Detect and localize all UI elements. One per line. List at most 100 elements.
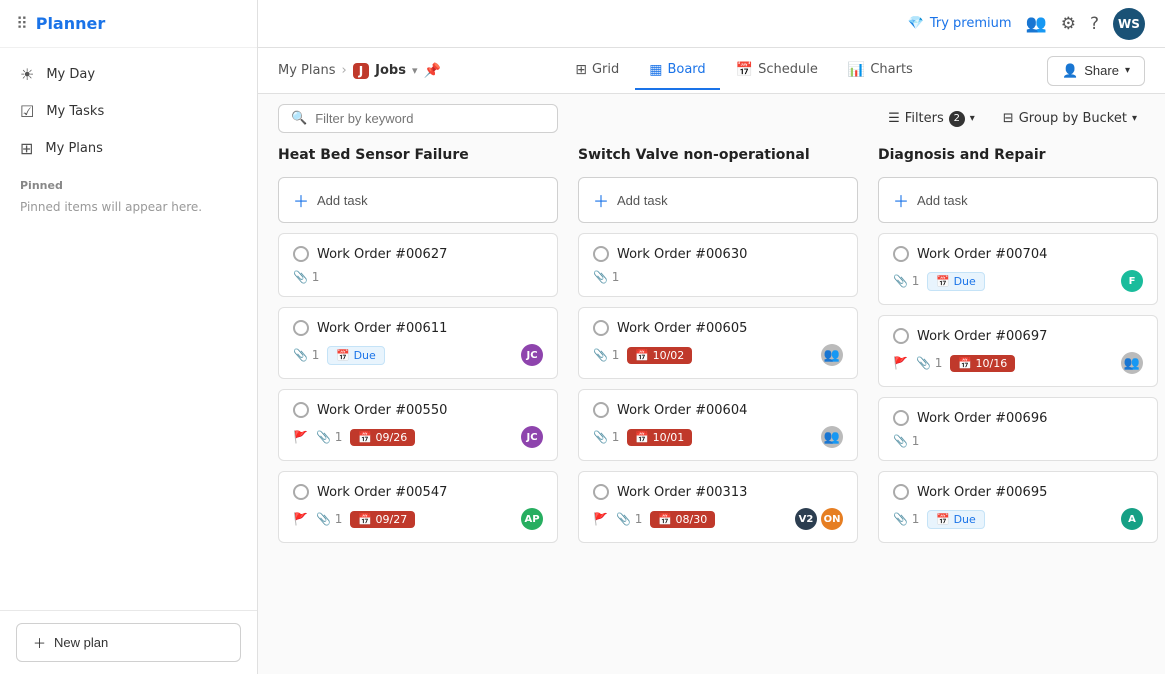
share-people-icon[interactable]: 👥 xyxy=(1026,14,1047,34)
due-date-badge: 📅 08/30 xyxy=(650,511,715,528)
filters-count-badge: 2 xyxy=(949,111,965,127)
task-card[interactable]: Work Order #00630📎 1 xyxy=(578,233,858,297)
task-complete-circle[interactable] xyxy=(893,410,909,426)
task-card[interactable]: Work Order #00550🚩📎 1📅 09/26JC xyxy=(278,389,558,461)
task-complete-circle[interactable] xyxy=(593,484,609,500)
share-label: Share xyxy=(1084,63,1119,78)
grid-icon: ⊞ xyxy=(20,139,33,158)
chevron-down-icon[interactable]: ▾ xyxy=(412,64,418,77)
task-title: Work Order #00630 xyxy=(617,247,747,262)
share-chevron-icon: ▾ xyxy=(1125,65,1130,76)
task-user-avatar: JC xyxy=(521,426,543,448)
due-date-badge: 📅 10/01 xyxy=(627,429,692,446)
breadcrumb-current: J Jobs ▾ 📌 xyxy=(353,63,441,79)
attachment-count: 📎 1 xyxy=(293,270,319,284)
tab-charts[interactable]: 📊 Charts xyxy=(834,52,927,90)
breadcrumb-current-label[interactable]: Jobs xyxy=(375,63,406,78)
help-icon[interactable]: ? xyxy=(1090,14,1099,34)
filters-button[interactable]: ☰ Filters 2 ▾ xyxy=(880,107,983,131)
attachment-count: 📎 1 xyxy=(293,348,319,362)
task-card[interactable]: Work Order #00704📎 1📅 DueF xyxy=(878,233,1158,305)
task-card[interactable]: Work Order #00313🚩📎 1📅 08/30V2ON xyxy=(578,471,858,543)
dots-grid-icon[interactable]: ⠿ xyxy=(16,14,28,33)
new-plan-button[interactable]: ＋ New plan xyxy=(16,623,241,662)
task-user-avatar: F xyxy=(1121,270,1143,292)
filter-search[interactable]: 🔍 xyxy=(278,104,558,133)
attachment-count: 📎 1 xyxy=(316,512,342,526)
tab-charts-label: Charts xyxy=(870,62,913,77)
task-complete-circle[interactable] xyxy=(293,402,309,418)
tab-board[interactable]: ▦ Board xyxy=(635,52,719,90)
task-card[interactable]: Work Order #00547🚩📎 1📅 09/27AP xyxy=(278,471,558,543)
filter-right: ☰ Filters 2 ▾ ⊟ Group by Bucket ▾ xyxy=(880,107,1145,131)
tab-grid[interactable]: ⊞ Grid xyxy=(561,52,633,90)
task-card[interactable]: Work Order #00611📎 1📅 DueJC xyxy=(278,307,558,379)
task-title: Work Order #00704 xyxy=(917,247,1047,262)
task-title: Work Order #00627 xyxy=(317,247,447,262)
due-date-badge: 📅 Due xyxy=(327,346,384,365)
tab-schedule[interactable]: 📅 Schedule xyxy=(722,52,832,90)
try-premium-button[interactable]: 💎 Try premium xyxy=(908,16,1012,31)
task-complete-circle[interactable] xyxy=(593,402,609,418)
breadcrumb-my-plans[interactable]: My Plans xyxy=(278,63,335,78)
task-card[interactable]: Work Order #00696📎 1 xyxy=(878,397,1158,461)
task-card[interactable]: Work Order #00605📎 1📅 10/02👥 xyxy=(578,307,858,379)
task-complete-circle[interactable] xyxy=(293,484,309,500)
flag-icon: 🚩 xyxy=(593,512,608,526)
add-task-button[interactable]: ＋ Add task xyxy=(878,177,1158,223)
task-user-avatar: 👥 xyxy=(821,426,843,448)
share-button[interactable]: 👤 Share ▾ xyxy=(1047,56,1145,86)
task-card[interactable]: Work Order #00604📎 1📅 10/01👥 xyxy=(578,389,858,461)
task-card[interactable]: Work Order #00627 📎 1 xyxy=(278,233,558,297)
sidebar-item-myplans-label: My Plans xyxy=(45,141,102,156)
due-date-badge: 📅 Due xyxy=(927,510,984,529)
checkbox-icon: ☑ xyxy=(20,102,34,121)
task-complete-circle[interactable] xyxy=(293,320,309,336)
task-complete-circle[interactable] xyxy=(593,320,609,336)
task-user-avatar: A xyxy=(1121,508,1143,530)
group-by-chevron-icon: ▾ xyxy=(1132,113,1137,124)
add-task-button[interactable]: ＋ Add task xyxy=(278,177,558,223)
task-user-avatar: 👥 xyxy=(1121,352,1143,374)
task-user-avatar: V2 xyxy=(795,508,817,530)
task-card[interactable]: Work Order #00697🚩📎 1📅 10/16👥 xyxy=(878,315,1158,387)
due-date-badge: 📅 09/26 xyxy=(350,429,415,446)
task-title: Work Order #00605 xyxy=(617,321,747,336)
topbar: 💎 Try premium 👥 ⚙ ? WS xyxy=(258,0,1165,48)
filter-icon: ☰ xyxy=(888,111,900,126)
main-content: 💎 Try premium 👥 ⚙ ? WS My Plans › J Jobs… xyxy=(258,0,1165,674)
tabs: ⊞ Grid ▦ Board 📅 Schedule 📊 Charts xyxy=(561,52,927,90)
plus-icon: ＋ xyxy=(593,188,609,212)
bucket-title: Diagnosis and Repair xyxy=(878,143,1158,167)
filter-keyword-input[interactable] xyxy=(315,111,545,126)
sidebar-item-mytasks[interactable]: ☑ My Tasks xyxy=(0,93,257,130)
task-card[interactable]: Work Order #00695📎 1📅 DueA xyxy=(878,471,1158,543)
settings-icon[interactable]: ⚙ xyxy=(1061,14,1076,34)
plus-icon: ＋ xyxy=(293,188,309,212)
task-title: Work Order #00695 xyxy=(917,485,1047,500)
group-by-button[interactable]: ⊟ Group by Bucket ▾ xyxy=(995,107,1145,130)
sidebar-item-myplans[interactable]: ⊞ My Plans xyxy=(0,130,257,167)
bucket-title: Switch Valve non-operational xyxy=(578,143,858,167)
attachment-count: 📎 1 xyxy=(893,274,919,288)
plus-icon: ＋ xyxy=(33,633,46,652)
bucket-heat-bed: Heat Bed Sensor Failure＋ Add taskWork Or… xyxy=(278,143,558,654)
task-title: Work Order #00604 xyxy=(617,403,747,418)
flag-icon: 🚩 xyxy=(893,356,908,370)
schedule-tab-icon: 📅 xyxy=(736,62,753,78)
add-task-button[interactable]: ＋ Add task xyxy=(578,177,858,223)
pin-icon[interactable]: 📌 xyxy=(424,63,441,79)
task-complete-circle[interactable] xyxy=(893,484,909,500)
nav-tabs-bar: My Plans › J Jobs ▾ 📌 ⊞ Grid ▦ Board 📅 S… xyxy=(258,48,1165,94)
breadcrumb: My Plans › J Jobs ▾ 📌 xyxy=(278,63,441,79)
task-complete-circle[interactable] xyxy=(593,246,609,262)
tab-schedule-label: Schedule xyxy=(758,62,818,77)
sidebar-item-myday[interactable]: ☀ My Day xyxy=(0,56,257,93)
task-complete-circle[interactable] xyxy=(293,246,309,262)
board: Heat Bed Sensor Failure＋ Add taskWork Or… xyxy=(258,143,1165,674)
user-avatar[interactable]: WS xyxy=(1113,8,1145,40)
task-complete-circle[interactable] xyxy=(893,246,909,262)
task-complete-circle[interactable] xyxy=(893,328,909,344)
bucket-switch-valve: Switch Valve non-operational ＋ Add task Wo… xyxy=(578,143,858,654)
attachment-count: 📎 1 xyxy=(916,356,942,370)
